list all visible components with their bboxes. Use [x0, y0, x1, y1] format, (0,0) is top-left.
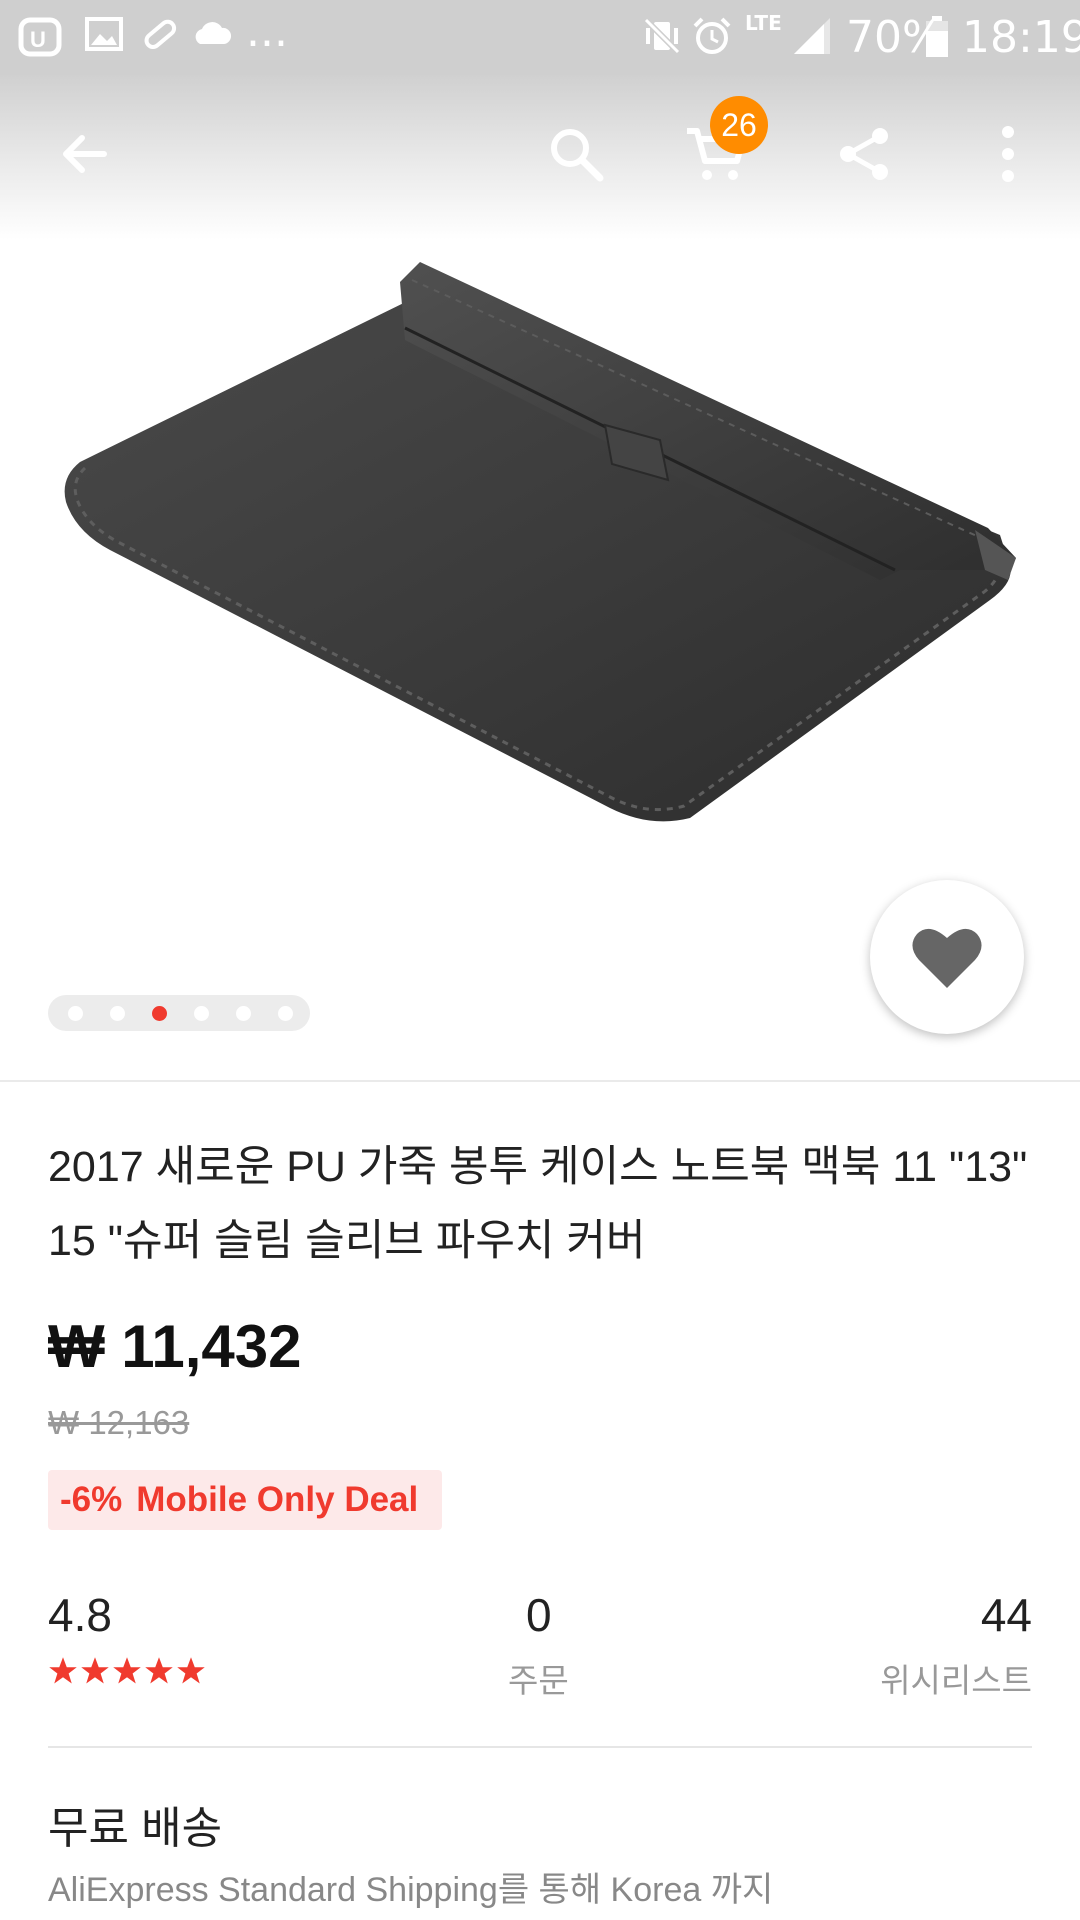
divider	[48, 1746, 1032, 1748]
status-bar: U ... LTE 70% 18:19	[0, 0, 1080, 75]
orders-value: 0	[526, 1589, 552, 1641]
pager-dot[interactable]	[68, 1006, 83, 1021]
image-icon	[84, 14, 130, 60]
deal-badge: -6% Mobile Only Deal	[48, 1470, 443, 1530]
battery-icon	[924, 14, 950, 60]
share-icon	[840, 128, 888, 180]
rating-value: 4.8	[48, 1589, 112, 1641]
more-button[interactable]	[972, 118, 1044, 190]
pager-dot-active[interactable]	[152, 1006, 167, 1021]
orders-label: 주문	[508, 1662, 569, 1699]
pill-icon	[140, 14, 186, 60]
pager-dot[interactable]	[278, 1006, 293, 1021]
discount-percent: -6%	[60, 1480, 123, 1519]
product-title: 2017 새로운 PU 가죽 봉투 케이스 노트북 맥북 11 "13" 15 …	[48, 1143, 1028, 1265]
pager-dot[interactable]	[194, 1006, 209, 1021]
cloud-icon	[190, 14, 236, 60]
product-image[interactable]	[0, 240, 1080, 940]
share-button[interactable]	[828, 118, 900, 190]
wishlist-label: 위시리스트	[880, 1662, 1032, 1699]
clock: 18:19	[962, 12, 1080, 63]
wishlist-button[interactable]	[870, 880, 1024, 1034]
u-plus-icon: U	[18, 14, 64, 60]
cart-count-badge: 26	[710, 96, 768, 154]
heart-icon	[912, 928, 982, 988]
pager-dot[interactable]	[110, 1006, 125, 1021]
star-icon	[145, 1657, 173, 1684]
star-icon	[113, 1657, 141, 1684]
rating-stars	[48, 1656, 206, 1690]
deal-label: Mobile Only Deal	[136, 1480, 419, 1519]
back-button[interactable]	[48, 118, 120, 190]
star-icon	[81, 1657, 109, 1684]
product-price: ₩ 11,432	[48, 1313, 302, 1380]
divider	[0, 1080, 1080, 1082]
image-pager	[48, 995, 310, 1031]
back-arrow-icon	[63, 135, 107, 173]
shipping-title[interactable]: 무료 배송	[48, 1792, 222, 1856]
more-vert-icon	[1002, 126, 1014, 182]
pager-dot[interactable]	[236, 1006, 251, 1021]
original-price: ₩ 12,163	[48, 1404, 190, 1441]
lte-icon: LTE	[745, 11, 782, 35]
alarm-icon	[690, 14, 736, 60]
wishlist-count: 44	[980, 1589, 1032, 1641]
star-icon	[49, 1657, 77, 1684]
svg-text:U: U	[30, 27, 46, 52]
shipping-method: AliExpress Standard Shipping를 통해 Korea 까…	[48, 1871, 774, 1909]
vibrate-mute-icon	[640, 14, 686, 60]
star-icon	[177, 1657, 205, 1684]
search-icon	[551, 129, 604, 182]
signal-icon	[790, 14, 836, 60]
status-more: ...	[246, 6, 288, 57]
search-button[interactable]	[540, 118, 612, 190]
